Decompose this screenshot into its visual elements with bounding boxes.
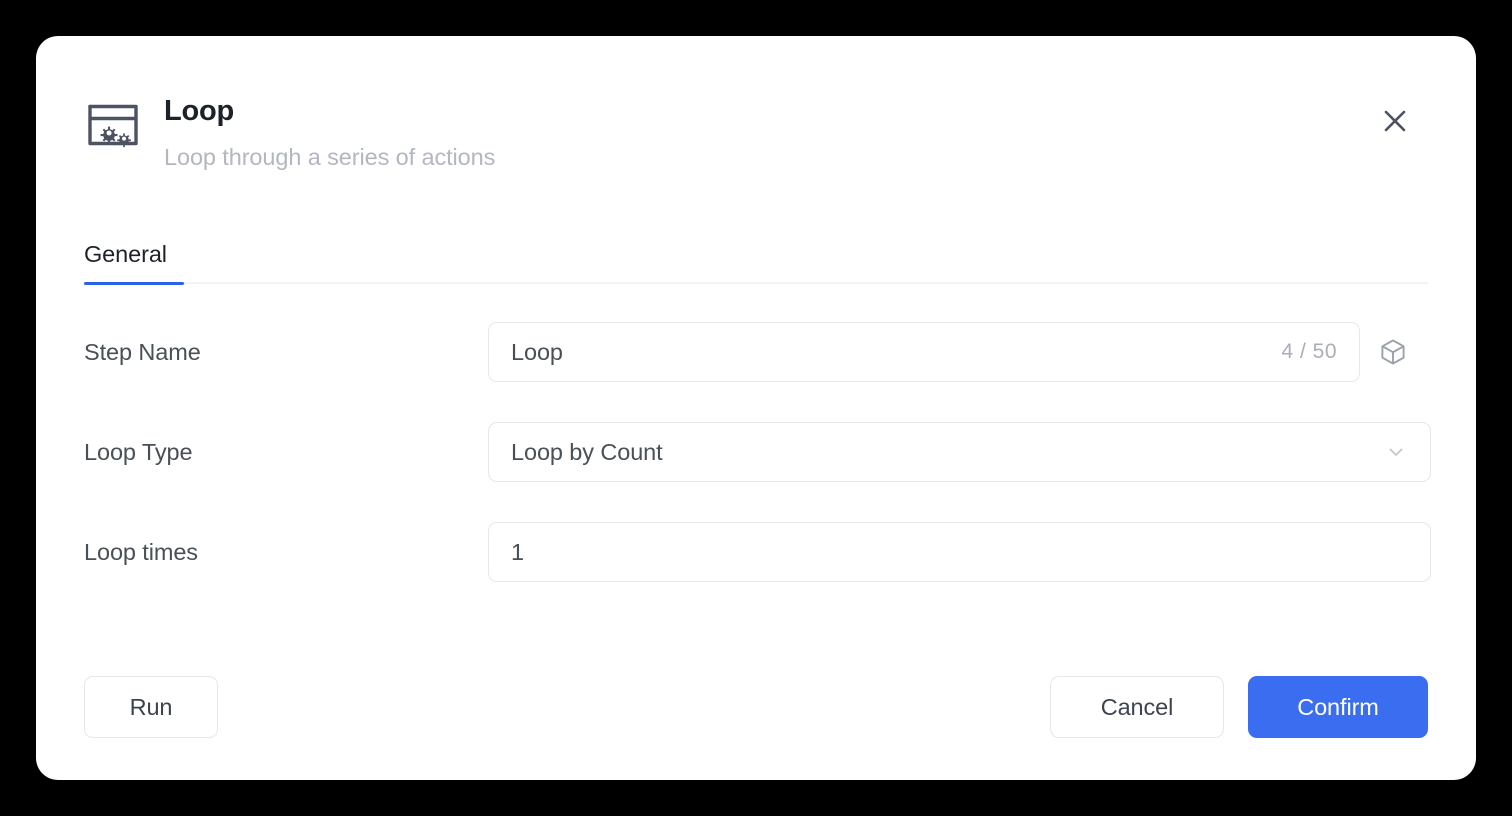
- window-gears-icon: [84, 96, 142, 154]
- active-tab-indicator: [84, 282, 184, 285]
- loop-times-input[interactable]: 1: [488, 522, 1431, 582]
- cancel-button[interactable]: Cancel: [1050, 676, 1224, 738]
- loop-times-label: Loop times: [84, 538, 198, 565]
- run-button[interactable]: Run: [84, 676, 218, 738]
- step-name-char-counter: 4 / 50: [1281, 340, 1337, 363]
- loop-type-value: Loop by Count: [511, 438, 663, 465]
- loop-times-value: 1: [511, 538, 524, 565]
- close-icon[interactable]: [1376, 102, 1414, 140]
- step-name-input[interactable]: Loop 4 / 50: [488, 322, 1360, 382]
- general-form: Step Name Loop 4 / 50 Loop Type Loop by …: [84, 322, 1431, 622]
- form-row-step-name: Step Name Loop 4 / 50: [84, 322, 1428, 382]
- dialog-footer: Run Cancel Confirm: [84, 676, 1428, 738]
- chevron-down-icon: [1384, 440, 1408, 464]
- cube-icon[interactable]: [1376, 335, 1410, 369]
- loop-settings-dialog: Loop Loop through a series of actions Ge…: [36, 36, 1476, 780]
- loop-type-label: Loop Type: [84, 438, 193, 465]
- confirm-button[interactable]: Confirm: [1248, 676, 1428, 738]
- dialog-subtitle: Loop through a series of actions: [164, 144, 496, 170]
- dialog-tabs: General: [84, 226, 1428, 285]
- tab-general[interactable]: General: [84, 241, 167, 282]
- dialog-header: Loop Loop through a series of actions: [84, 92, 1428, 182]
- form-row-loop-times: Loop times 1: [84, 522, 1431, 582]
- form-row-loop-type: Loop Type Loop by Count: [84, 422, 1431, 482]
- step-name-value: Loop: [511, 338, 563, 365]
- loop-type-select[interactable]: Loop by Count: [488, 422, 1431, 482]
- tabs-divider: [84, 282, 1428, 285]
- step-name-label: Step Name: [84, 338, 201, 365]
- page-title: Loop: [164, 95, 235, 127]
